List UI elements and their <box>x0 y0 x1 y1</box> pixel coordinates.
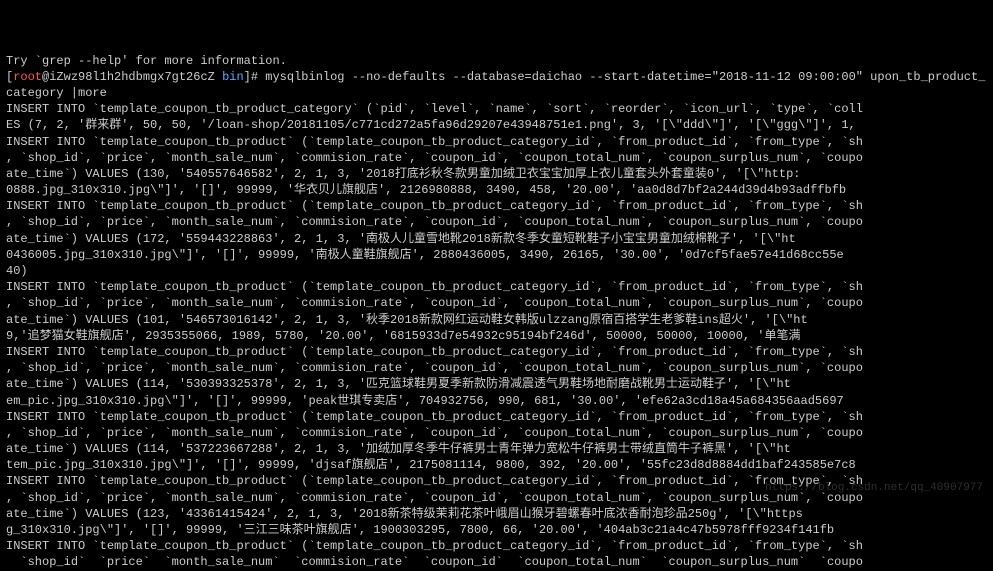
output-line: `shop_id` `price` `month_sale_num` `comm… <box>6 555 863 569</box>
output-line: g_310x310.jpg\"]', '[]', 99999, '三江三味茶叶旗… <box>6 523 834 537</box>
output-line: ES (7, 2, '群来群', 50, 50, '/loan-shop/201… <box>6 118 856 132</box>
output-line: ate_time`) VALUES (114, '530393325378', … <box>6 377 791 391</box>
prompt-user: root <box>13 70 42 84</box>
output-line: , `shop_id`, `price`, `month_sale_num`, … <box>6 361 863 375</box>
output-line: INSERT INTO `template_coupon_tb_product`… <box>6 345 863 359</box>
output-line: INSERT INTO `template_coupon_tb_product_… <box>6 102 863 116</box>
output-line: , `shop_id`, `price`, `month_sale_num`, … <box>6 491 863 505</box>
prompt-end: ]# <box>244 70 258 84</box>
output-line: INSERT INTO `template_coupon_tb_product`… <box>6 474 863 488</box>
output-line: INSERT INTO `template_coupon_tb_product`… <box>6 135 863 149</box>
output-line: ate_time`) VALUES (114, '537223667288', … <box>6 442 791 456</box>
output-line: 40) <box>6 264 28 278</box>
output-line: em_pic.jpg_310x310.jpg\"]', '[]', 99999,… <box>6 394 844 408</box>
output-line: ate_time`) VALUES (101, '546573016142', … <box>6 313 808 327</box>
output-line: tem_pic.jpg_310x310.jpg\"]', '[]', 99999… <box>6 458 856 472</box>
watermark-text: https://blog.csdn.net/qq_40907977 <box>765 481 983 496</box>
output-line: , `shop_id`, `price`, `month_sale_num`, … <box>6 426 863 440</box>
output-line: 0436005.jpg_310x310.jpg\"]', '[]', 99999… <box>6 248 844 262</box>
prompt-host: iZwz98l1h2hdbmgx7gt26cZ <box>49 70 215 84</box>
output-line: 9,'追梦猫女鞋旗舰店', 2935355066, 1989, 5780, '2… <box>6 329 801 343</box>
top-fragment: Try `grep --help' for more information. <box>6 54 287 68</box>
output-line: ate_time`) VALUES (123, '43361415424', 2… <box>6 507 803 521</box>
output-line: , `shop_id`, `price`, `month_sale_num`, … <box>6 151 863 165</box>
output-line: , `shop_id`, `price`, `month_sale_num`, … <box>6 215 863 229</box>
output-line: , `shop_id`, `price`, `month_sale_num`, … <box>6 296 863 310</box>
output-line: INSERT INTO `template_coupon_tb_product`… <box>6 199 863 213</box>
output-line: ate_time`) VALUES (130, '540557646582', … <box>6 167 800 181</box>
output-line: ate_time`) VALUES (172, '559443228863', … <box>6 232 796 246</box>
output-line: INSERT INTO `template_coupon_tb_product`… <box>6 539 863 553</box>
output-line: INSERT INTO `template_coupon_tb_product`… <box>6 410 863 424</box>
output-line: INSERT INTO `template_coupon_tb_product`… <box>6 280 863 294</box>
output-line: 0888.jpg_310x310.jpg\"]', '[]', 99999, '… <box>6 183 846 197</box>
prompt-dir: bin <box>222 70 244 84</box>
